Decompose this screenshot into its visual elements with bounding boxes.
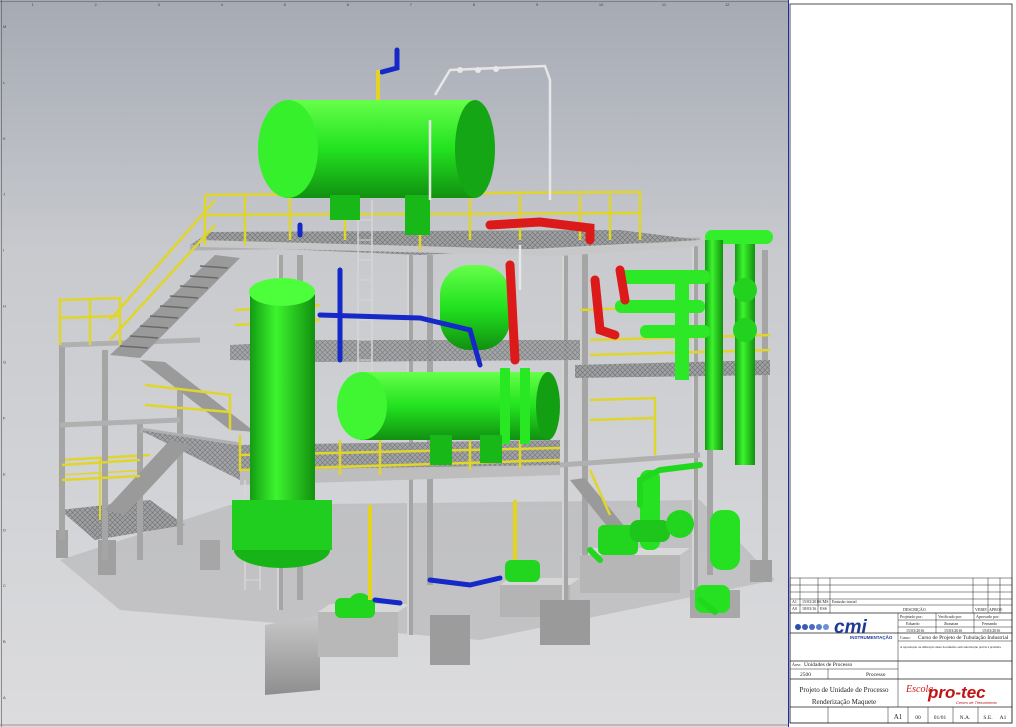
revision-code: A1 — [1000, 715, 1007, 721]
border-row-label: J — [3, 192, 5, 197]
sig-header-designer: Projetado por: — [900, 614, 923, 619]
sig-date-designer: 15/03/2016 — [906, 628, 924, 633]
project-title: Projeto de Unidade de Processo — [799, 686, 889, 694]
cmi-logo-sub: INSTRUMENTAÇÃO — [850, 634, 893, 640]
rev-a1-desc: Emissão inicial — [832, 599, 857, 604]
unit-code: 2500 — [800, 672, 811, 678]
sig-name-designer: Eduardo — [906, 621, 920, 626]
rev-a1: A1 — [792, 599, 797, 604]
format: A1 — [894, 713, 903, 721]
middle-vessel — [440, 265, 510, 350]
border-row-label: D — [3, 527, 6, 532]
rev-header-check: VERIF. — [975, 607, 987, 612]
drawing-sheet: 1 2 3 4 5 6 7 8 9 10 11 12 M L K J I H G F E D C B A — [0, 0, 1016, 727]
border-row-label: H — [3, 304, 6, 309]
rev-header-description: DESCRIÇÃO — [903, 607, 926, 612]
rev-a1-date: 15/03/2016 — [802, 599, 820, 604]
rev-a0-date: 18/03/16 — [802, 606, 816, 611]
border-row-label: A — [3, 695, 6, 700]
drawing-title: Renderização Maquete — [812, 698, 876, 706]
sig-name-approver: Fernando — [982, 621, 997, 626]
border-row-label: M — [3, 24, 6, 29]
rev-header-approve: APROV. — [989, 607, 1003, 612]
border-row-label: C — [3, 583, 6, 588]
border-row-label: K — [3, 136, 6, 141]
title-block: A1 15/03/2016 CMS Emissão inicial A0 18/… — [788, 0, 1016, 727]
border-row-label: G — [3, 360, 6, 365]
rev-a0-by: ESS — [820, 606, 827, 611]
scale: N.A. — [960, 715, 971, 721]
unit-name: Processo — [866, 672, 886, 678]
sig-date-checker: 15/03/2016 — [944, 628, 962, 633]
sig-date-approver: 15/03/2016 — [982, 628, 1000, 633]
area-label: Área: — [792, 662, 801, 667]
border-row-label: I — [3, 248, 4, 253]
disclaimer: A reprodução ou utilização deste documen… — [900, 645, 1002, 649]
sheet-number: 00 — [915, 715, 921, 721]
border-row-label: E — [3, 471, 6, 476]
border-col-label: 12 — [725, 2, 730, 7]
area-name: Unidades de Processo — [804, 662, 853, 668]
sig-header-approver: Aprovado por: — [976, 614, 999, 619]
protec-logo-sub: Centro de Treinamento — [956, 700, 998, 705]
rev-a0: A0 — [792, 606, 797, 611]
border-col-label: 10 — [599, 2, 604, 7]
course-name: Curso de Projeto de Tubulação Industrial — [918, 635, 1009, 641]
process-unit-render: 1 2 3 4 5 6 7 8 9 10 11 12MLKJIHGFEDCBA — [0, 0, 788, 727]
rev-a1-by: CMS — [820, 599, 828, 604]
sheet-total: 01/01 — [934, 715, 947, 721]
border-row-label: B — [3, 639, 6, 644]
sig-name-checker: Jhonatan — [944, 621, 958, 626]
sig-header-checker: Verificado por: — [938, 614, 962, 619]
size: S.E. — [983, 715, 993, 721]
course-label: Curso: — [900, 635, 911, 640]
